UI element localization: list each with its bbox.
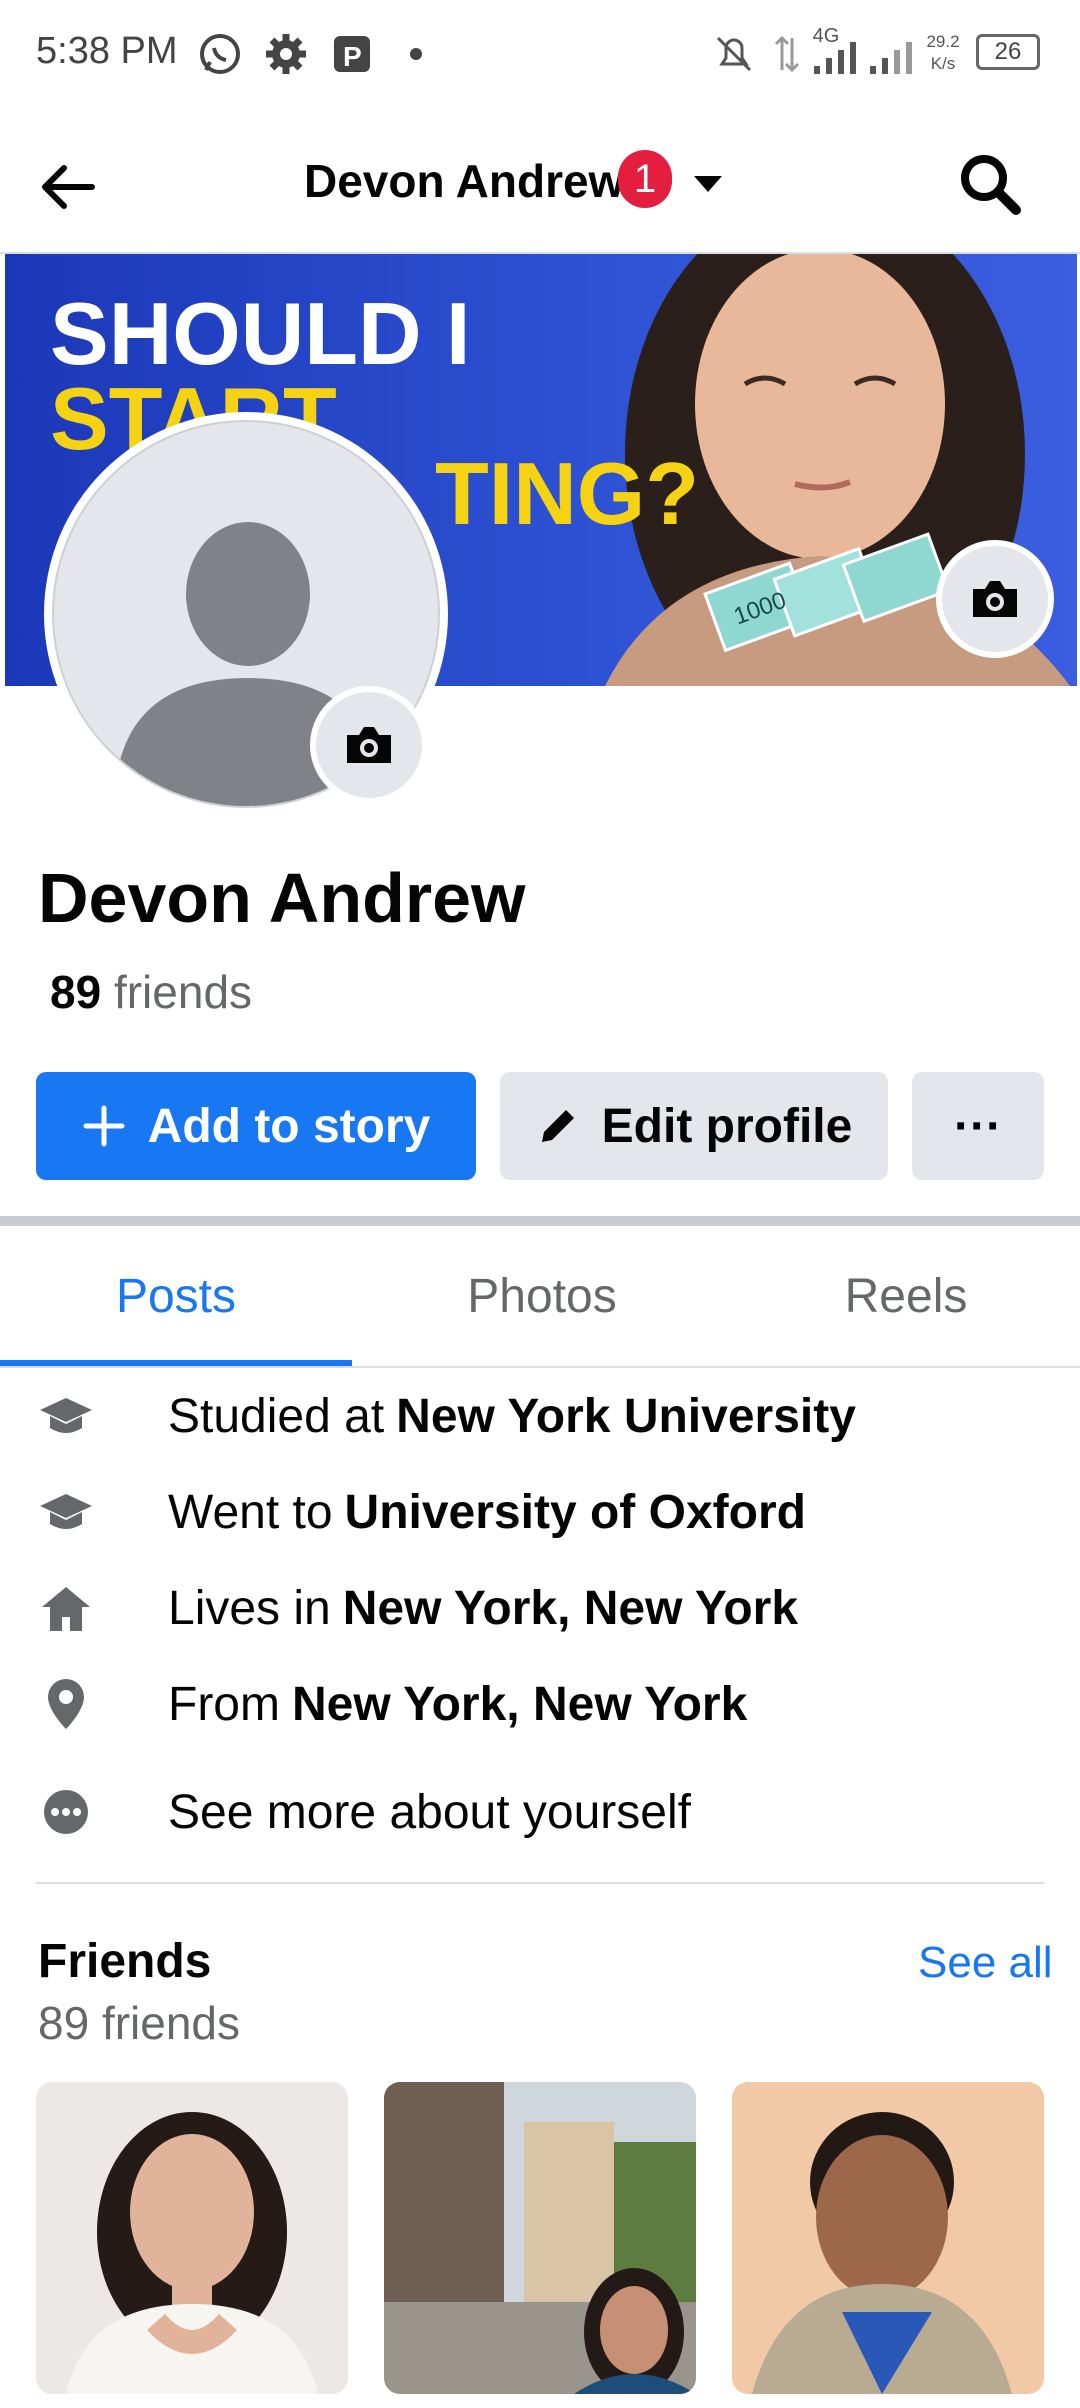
camera-icon — [347, 727, 391, 763]
cover-text-line3: TING? — [435, 444, 699, 543]
friend-photo-image — [732, 2082, 1044, 2394]
see-more-about-button[interactable]: See more about yourself — [36, 1772, 1046, 1852]
intro-item-education[interactable]: Went to University of Oxford — [36, 1472, 1046, 1552]
signal-icon — [814, 42, 856, 74]
data-arrows-icon — [774, 35, 800, 73]
friend-photo[interactable] — [732, 2082, 1044, 2394]
intro-prefix: Went to — [168, 1485, 333, 1539]
divider — [36, 1882, 1044, 1884]
edit-profile-button[interactable]: Edit profile — [500, 1072, 888, 1180]
tab-posts[interactable]: Posts — [0, 1226, 352, 1366]
plus-icon — [83, 1105, 125, 1147]
intro-item-lives-in[interactable]: Lives in New York, New York — [36, 1568, 1046, 1648]
graduation-cap-icon — [36, 1386, 96, 1446]
home-icon — [36, 1578, 96, 1638]
more-dots-icon — [36, 1782, 96, 1842]
avatar-camera-button[interactable] — [310, 686, 428, 804]
status-bar: 5:38 PM P 4G 29.2 K/s 26 — [0, 0, 1080, 110]
section-divider — [0, 1216, 1080, 1226]
nav-title[interactable]: Devon Andrew — [304, 154, 624, 208]
friends-label: friends — [113, 966, 253, 1018]
friends-number: 89 — [50, 966, 102, 1018]
friends-section-count: 89 friends — [38, 1997, 241, 2049]
add-to-story-label: Add to story — [147, 1099, 431, 1153]
edit-profile-label: Edit profile — [601, 1099, 853, 1153]
more-dots-label: ··· — [954, 1099, 1002, 1153]
back-arrow-icon[interactable] — [36, 154, 102, 220]
friends-count[interactable]: 89 friends — [50, 965, 252, 1019]
location-pin-icon — [36, 1674, 96, 1734]
tab-photos[interactable]: Photos — [362, 1226, 722, 1366]
intro-prefix: Studied at — [168, 1389, 385, 1443]
whatsapp-icon — [200, 34, 240, 74]
intro-item-from[interactable]: From New York, New York — [36, 1664, 1046, 1744]
intro-prefix: Lives in — [168, 1581, 331, 1635]
dot-icon — [410, 48, 422, 60]
see-all-friends-link[interactable]: See all — [918, 1938, 1053, 1988]
active-tab-indicator — [0, 1360, 352, 1366]
status-time: 5:38 PM — [36, 30, 178, 72]
profile-name: Devon Andrew — [38, 859, 526, 937]
intro-value: New York, New York — [342, 1581, 799, 1635]
see-more-label: See more about yourself — [168, 1785, 691, 1839]
more-options-button[interactable]: ··· — [912, 1072, 1044, 1180]
caret-down-icon[interactable] — [690, 166, 726, 202]
notification-badge: 1 — [618, 150, 672, 208]
graduation-cap-icon — [36, 1482, 96, 1542]
pencil-icon — [541, 1110, 574, 1142]
friend-photo[interactable] — [36, 2082, 348, 2394]
cover-camera-button[interactable] — [936, 540, 1054, 658]
profile-tabs: Posts Photos Reels — [0, 1226, 1080, 1368]
speed-unit: K/s — [930, 54, 956, 73]
intro-value: University of Oxford — [344, 1485, 806, 1539]
signal-icon — [870, 42, 912, 74]
camera-icon — [973, 581, 1017, 617]
tab-reels[interactable]: Reels — [732, 1226, 1080, 1366]
search-icon[interactable] — [954, 148, 1026, 220]
intro-value: New York, New York — [291, 1677, 748, 1731]
intro-prefix: From — [168, 1677, 280, 1731]
muted-bell-icon — [716, 36, 752, 72]
speed-value: 29.2 — [926, 32, 960, 51]
svg-text:P: P — [343, 41, 362, 72]
friend-photo-image — [36, 2082, 348, 2394]
friends-section-title: Friends — [38, 1935, 212, 1988]
intro-value: New York University — [396, 1389, 856, 1443]
top-navigation: Devon Andrew 1 — [0, 110, 1080, 254]
battery-icon: 26 — [976, 34, 1040, 70]
intro-item-education[interactable]: Studied at New York University — [36, 1376, 1046, 1456]
friend-photo[interactable] — [384, 2082, 696, 2394]
gear-icon — [266, 34, 306, 74]
add-to-story-button[interactable]: Add to story — [36, 1072, 476, 1180]
friend-photo-image — [384, 2082, 696, 2394]
parking-icon: P — [334, 36, 370, 72]
